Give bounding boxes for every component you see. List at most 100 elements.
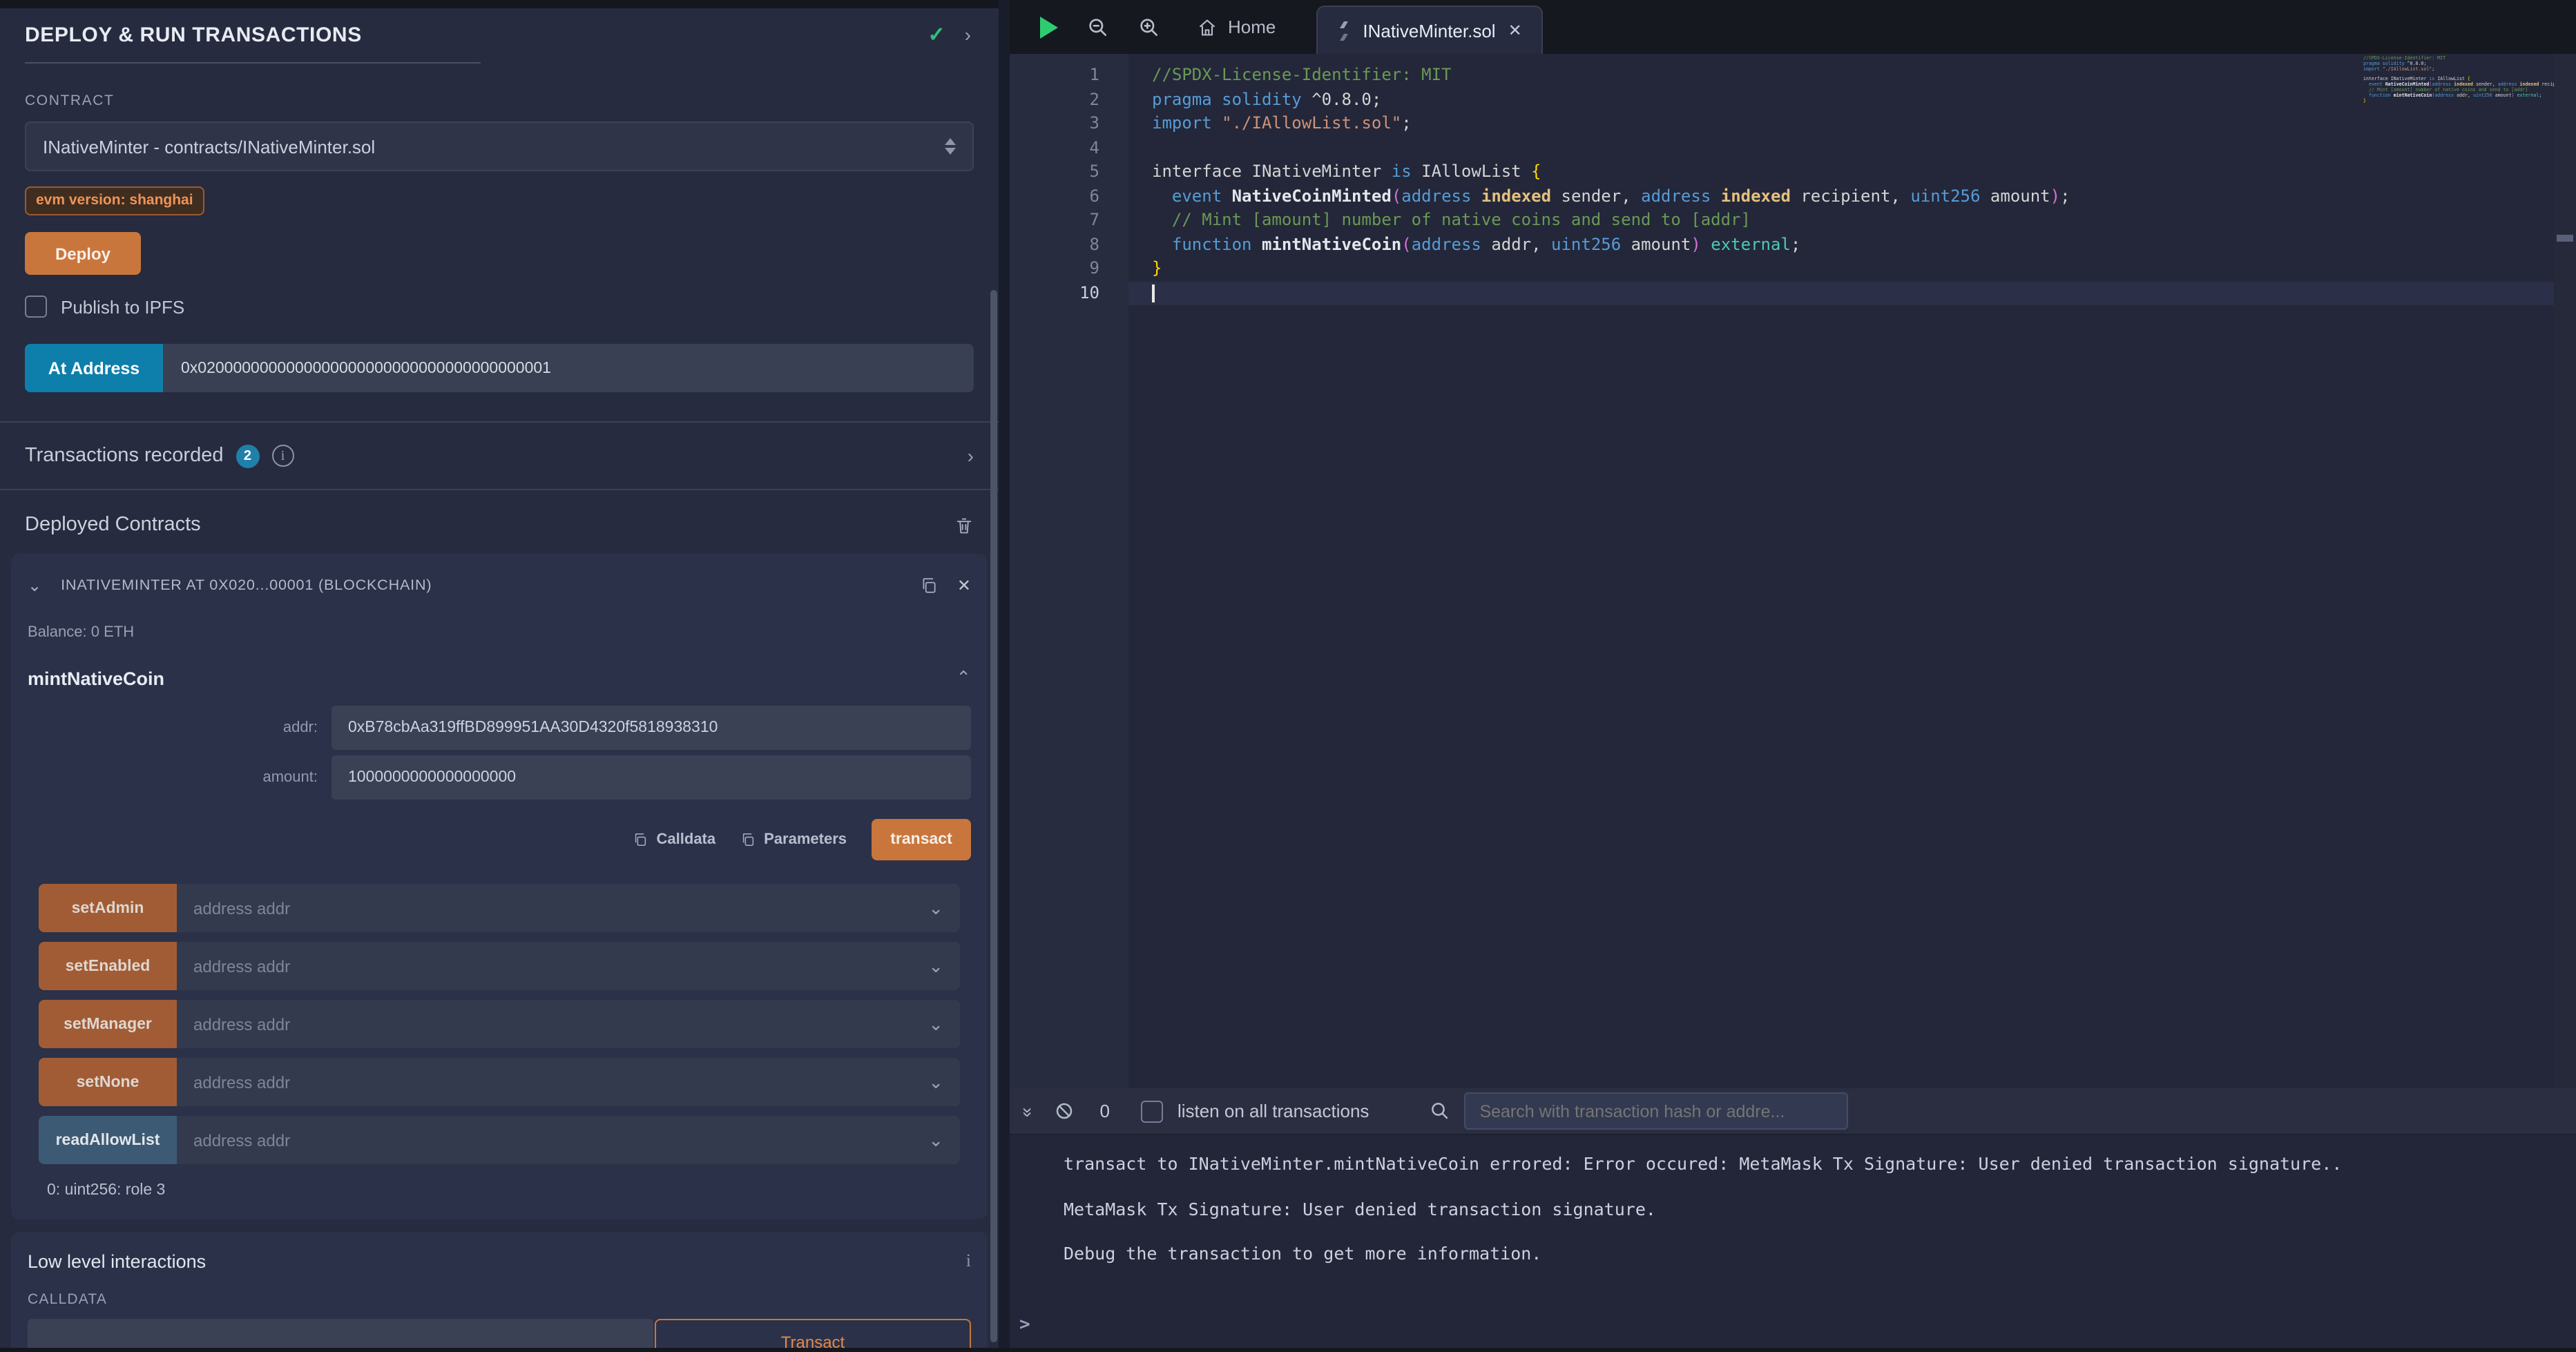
instance-balance: Balance: 0 ETH: [28, 624, 971, 641]
setEnabled-button[interactable]: setEnabled: [39, 942, 177, 990]
instance-collapse-chevron-icon[interactable]: ⌄: [28, 576, 41, 595]
readAllowList-output: 0: uint256: role 3: [47, 1182, 971, 1199]
expand-function-chevron-icon[interactable]: ⌄: [928, 1129, 943, 1151]
readAllowList-button[interactable]: readAllowList: [39, 1116, 177, 1164]
remove-instance-icon[interactable]: ✕: [957, 576, 971, 595]
addr-field-input[interactable]: [331, 706, 971, 750]
editor-tabbar: Home INativeMinter.sol ✕: [1010, 0, 2576, 54]
terminal-log-line: transact to INativeMinter.mintNativeCoin…: [1064, 1155, 2548, 1172]
amount-field-input[interactable]: [331, 755, 971, 800]
panel-title: DEPLOY & RUN TRANSACTIONS: [25, 23, 362, 46]
terminal-log-line: Debug the transaction to get more inform…: [1064, 1244, 2548, 1262]
terminal-logs[interactable]: transact to INativeMinter.mintNativeCoin…: [1010, 1135, 2576, 1262]
run-script-play-icon[interactable]: [1040, 16, 1058, 38]
function-collapse-chevron-icon[interactable]: ⌃: [956, 667, 971, 689]
top-strip: [0, 0, 999, 8]
setManager-button[interactable]: setManager: [39, 1000, 177, 1048]
at-address-input[interactable]: [163, 344, 974, 392]
low-level-interactions-card: Low level interactions i CALLDATA Transa…: [11, 1232, 988, 1352]
line-number: 3: [1010, 112, 1128, 136]
amount-field-label: amount:: [28, 769, 331, 786]
readAllowList-input[interactable]: address addr ⌄: [177, 1116, 960, 1164]
home-icon: [1198, 17, 1217, 37]
zoom-in-icon[interactable]: [1138, 16, 1160, 38]
parameters-copy-button[interactable]: Parameters: [740, 831, 847, 848]
publish-ipfs-label: Publish to IPFS: [61, 296, 184, 317]
terminal-prompt[interactable]: >: [1019, 1315, 1030, 1335]
minimap[interactable]: //SPDX-License-Identifier: MITpragma sol…: [2363, 57, 2526, 110]
instance-title: INATIVEMINTER AT 0X020...00001 (BLOCKCHA…: [61, 577, 901, 594]
evm-version-badge: evm version: shanghai: [25, 186, 204, 215]
bottom-strip: [0, 1348, 2576, 1352]
line-number: 5: [1010, 160, 1128, 184]
panel-editor-divider[interactable]: [999, 0, 1010, 1352]
function-row: setEnabledaddress addr⌄: [39, 942, 960, 990]
terminal-search-input[interactable]: [1464, 1092, 1848, 1130]
function-rows: setAdminaddress addr⌄setEnabledaddress a…: [28, 884, 971, 1164]
function-row: setAdmin address addr ⌄: [39, 884, 960, 932]
deployed-contracts-title: Deployed Contracts: [25, 514, 201, 536]
title-underline: [25, 62, 481, 64]
contract-select-value: INativeMinter - contracts/INativeMinter.…: [43, 136, 375, 157]
line-number: 1: [1010, 64, 1128, 88]
line-number: 4: [1010, 136, 1128, 160]
input-placeholder: address addr: [193, 1130, 290, 1150]
setEnabled-input[interactable]: address addr⌄: [177, 942, 960, 990]
input-placeholder: address addr: [193, 1014, 290, 1034]
calldata-copy-button[interactable]: Calldata: [633, 831, 716, 848]
clear-console-icon[interactable]: [1054, 1101, 1075, 1121]
line-number: 6: [1010, 184, 1128, 209]
listen-transactions-label: listen on all transactions: [1178, 1101, 1369, 1121]
setNone-button[interactable]: setNone: [39, 1058, 177, 1106]
copy-address-icon[interactable]: [920, 576, 938, 595]
calldata-input[interactable]: [28, 1319, 653, 1352]
low-level-info-icon[interactable]: i: [966, 1250, 971, 1272]
editor-scrollbar-thumb[interactable]: [2557, 235, 2573, 242]
listen-transactions-checkbox[interactable]: [1142, 1100, 1164, 1122]
transactions-info-icon[interactable]: i: [271, 445, 294, 467]
compile-success-check-icon: ✓: [928, 22, 945, 47]
transactions-expand-chevron-icon[interactable]: ›: [968, 445, 974, 467]
gutter: 12345678910: [1010, 54, 1128, 1088]
editor: Home INativeMinter.sol ✕ 12345678910 //S…: [1010, 0, 2576, 1088]
function-row: setNone address addr ⌄: [39, 1058, 960, 1106]
expand-function-chevron-icon[interactable]: ⌄: [928, 897, 943, 919]
input-placeholder: address addr: [193, 898, 290, 918]
tab-inativeminter-sol[interactable]: INativeMinter.sol ✕: [1316, 6, 1542, 54]
open-function-name: mintNativeCoin: [28, 668, 164, 689]
tab-home[interactable]: Home: [1198, 17, 1276, 37]
expand-function-chevron-icon[interactable]: ⌄: [928, 1013, 943, 1035]
low-level-transact-button[interactable]: Transact: [655, 1319, 971, 1352]
code-lines[interactable]: //SPDX-License-Identifier: MITpragma sol…: [1128, 54, 2554, 1088]
transactions-recorded-section[interactable]: Transactions recorded 2 i ›: [0, 421, 999, 490]
close-tab-icon[interactable]: ✕: [1508, 21, 1522, 40]
code-area: 12345678910 //SPDX-License-Identifier: M…: [1010, 54, 2554, 1088]
terminal-log-line: MetaMask Tx Signature: User denied trans…: [1064, 1199, 2548, 1217]
select-spinner-icon[interactable]: [945, 138, 956, 155]
line-number: 9: [1010, 257, 1128, 281]
copy-icon: [740, 831, 756, 848]
line-number: 2: [1010, 88, 1128, 112]
contract-label: CONTRACT: [25, 93, 974, 109]
setNone-input[interactable]: address addr ⌄: [177, 1058, 960, 1106]
deploy-button[interactable]: Deploy: [25, 232, 141, 275]
expand-function-chevron-icon[interactable]: ⌄: [928, 955, 943, 977]
expand-function-chevron-icon[interactable]: ⌄: [928, 1071, 943, 1093]
zoom-out-icon[interactable]: [1087, 16, 1109, 38]
setAdmin-button[interactable]: setAdmin: [39, 884, 177, 932]
transact-button[interactable]: transact: [872, 819, 971, 860]
setManager-input[interactable]: address addr ⌄: [177, 1000, 960, 1048]
panel-expand-chevron-icon[interactable]: ›: [965, 23, 971, 46]
editor-scrollbar[interactable]: [2554, 54, 2576, 1088]
calldata-label: CALLDATA: [28, 1291, 971, 1308]
terminal-collapse-icon[interactable]: »: [1018, 1108, 1039, 1114]
at-address-button[interactable]: At Address: [25, 344, 163, 392]
deployed-instance-card: ⌄ INATIVEMINTER AT 0X020...00001 (BLOCKC…: [11, 554, 988, 1219]
publish-ipfs-checkbox[interactable]: [25, 296, 47, 318]
deploy-run-panel: DEPLOY & RUN TRANSACTIONS ✓ › CONTRACT I…: [0, 0, 999, 1352]
setAdmin-input[interactable]: address addr ⌄: [177, 884, 960, 932]
input-placeholder: address addr: [193, 1072, 290, 1092]
clear-instances-trash-icon[interactable]: [954, 514, 974, 535]
contract-select[interactable]: INativeMinter - contracts/INativeMinter.…: [25, 122, 974, 171]
panel-scrollbar[interactable]: [990, 290, 997, 1342]
